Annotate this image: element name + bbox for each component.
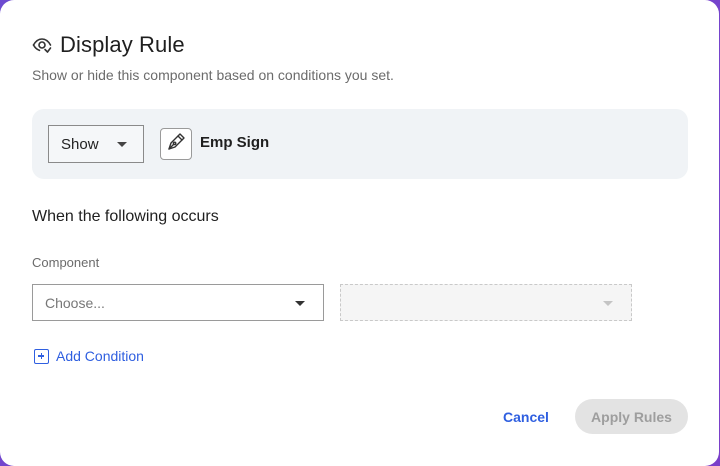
display-rule-dialog: Display Rule Show or hide this component…	[0, 0, 719, 466]
show-hide-value: Show	[61, 135, 99, 153]
add-condition-button[interactable]: Add Condition	[34, 348, 144, 364]
component-select[interactable]: Choose...	[32, 284, 324, 321]
show-hide-select[interactable]: Show	[48, 125, 144, 163]
cancel-button[interactable]: Cancel	[494, 400, 558, 434]
eye-icon	[32, 35, 52, 55]
component-field-label: Component	[32, 255, 100, 270]
conditions-section-title: When the following occurs	[32, 208, 219, 225]
component-select-placeholder: Choose...	[45, 294, 105, 311]
add-condition-label: Add Condition	[56, 348, 144, 364]
component-name: Emp Sign	[200, 134, 270, 151]
plus-square-icon	[34, 348, 49, 364]
component-type-icon-box	[160, 128, 192, 160]
rule-summary-panel: Show Emp Sign	[32, 109, 688, 179]
dialog-title: Display Rule	[60, 32, 185, 57]
dialog-subtitle: Show or hide this component based on con…	[32, 67, 394, 83]
condition-value-select	[340, 284, 632, 321]
dialog-header: Display Rule	[32, 32, 185, 58]
apply-rules-button[interactable]: Apply Rules	[575, 399, 688, 434]
chevron-down-icon	[117, 142, 127, 147]
chevron-down-icon	[603, 301, 613, 306]
pen-nib-icon	[166, 132, 186, 157]
chevron-down-icon	[295, 301, 305, 306]
